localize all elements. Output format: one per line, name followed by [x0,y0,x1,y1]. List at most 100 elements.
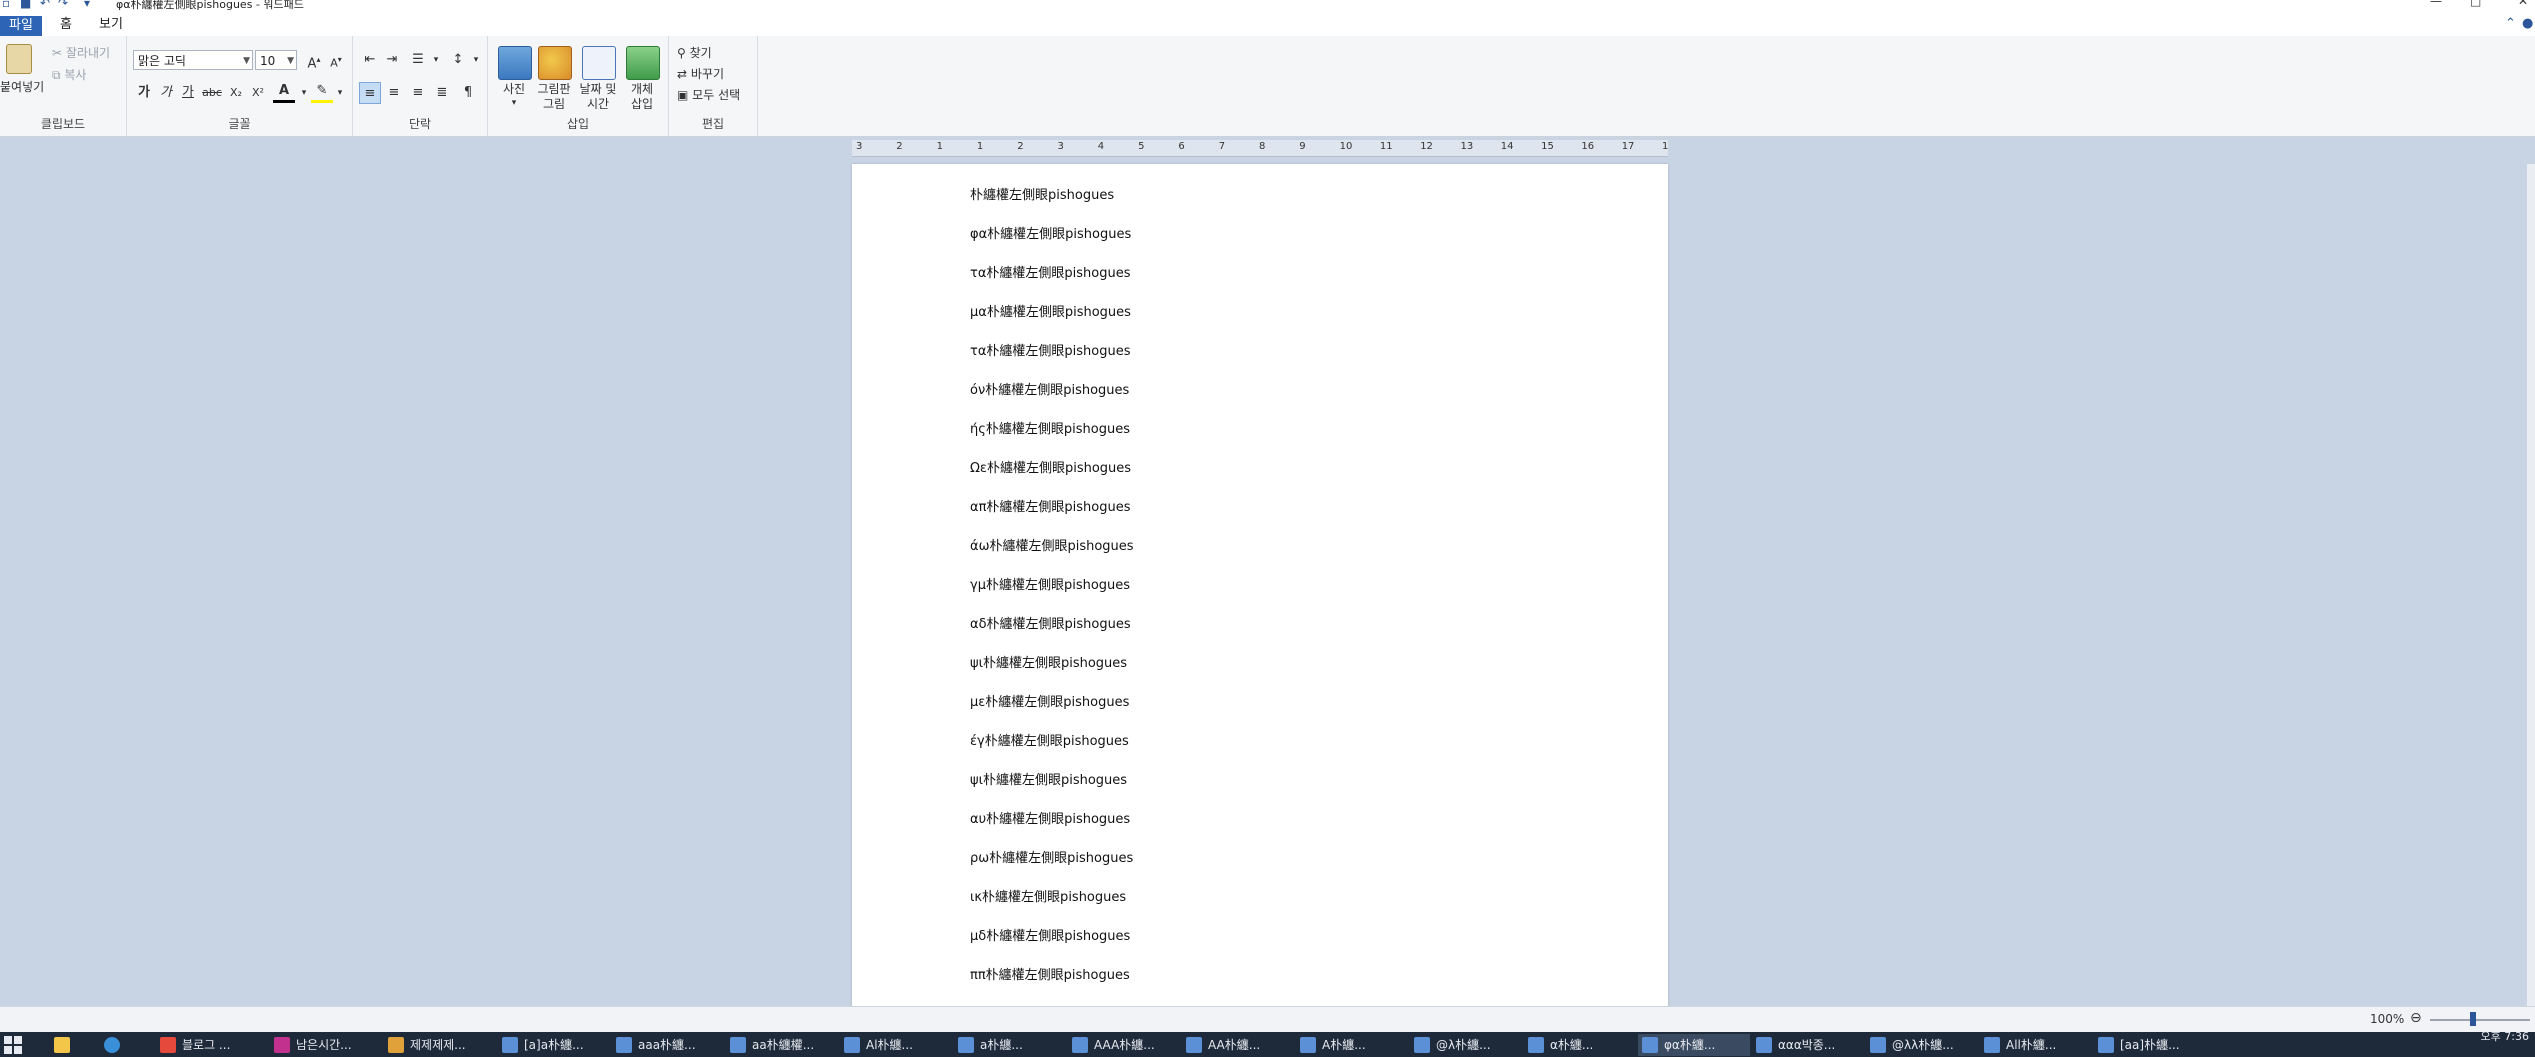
replace-button[interactable]: ⇄ 바꾸기 [677,65,724,82]
document-line[interactable]: άω朴纏權左側眼pishogues [970,535,1134,554]
insert-object-button-line1[interactable]: 개체 [620,82,664,97]
paint-drawing-button-line1[interactable]: 그림판 [532,82,576,97]
taskbar-item[interactable]: [a]a朴纏... [498,1034,610,1056]
document-line[interactable]: με朴纏權左側眼pishogues [970,691,1129,710]
document-line[interactable]: φα朴纏權左側眼pishogues [970,223,1131,242]
vertical-scrollbar[interactable] [2527,164,2535,1006]
file-explorer-icon[interactable] [50,1034,80,1056]
tab-file[interactable]: 파일 [0,16,42,36]
italic-button[interactable]: 가 [155,82,177,104]
horizontal-ruler[interactable]: 321123456789101112131415161718 [852,140,1668,157]
paste-button[interactable]: 붙여넣기 [0,80,44,95]
paste-icon[interactable] [6,44,32,74]
chevron-down-icon[interactable]: ▾ [465,49,487,71]
document-line[interactable]: ππ朴纏權左側眼pishogues [970,964,1130,983]
taskbar-item[interactable]: ααα박종... [1752,1034,1864,1056]
taskbar-item[interactable]: AA朴纏... [1182,1034,1294,1056]
redo-icon[interactable]: ↷ [58,0,68,10]
windows-start-icon[interactable] [4,1036,22,1054]
document-line[interactable]: αυ朴纏權左側眼pishogues [970,808,1130,827]
taskbar-item[interactable]: 블로그 ... [156,1034,268,1056]
document-line[interactable]: ής朴纏權左側眼pishogues [970,418,1130,437]
document-line[interactable]: ρω朴纏權左側眼pishogues [970,847,1133,866]
clock[interactable]: 오후 7:36 [2481,1032,2529,1043]
picture-icon[interactable] [498,46,532,80]
document-line[interactable]: Ωε朴纏權左側眼pishogues [970,457,1131,476]
document-line[interactable]: ψι朴纏權左側眼pishogues [970,769,1127,788]
text-color-icon[interactable]: A [273,82,295,103]
paint-icon[interactable] [538,46,572,80]
calendar-icon[interactable] [582,46,616,80]
taskbar-item[interactable]: α朴纏... [1524,1034,1636,1056]
taskbar-item[interactable]: AAA朴纏... [1068,1034,1180,1056]
taskbar-item[interactable]: @λλ朴纏... [1866,1034,1978,1056]
justify-icon[interactable]: ≣ [431,82,453,104]
taskbar-item[interactable]: aaa朴纏... [612,1034,724,1056]
increase-indent-icon[interactable]: ⇥ [381,49,403,71]
document-line[interactable]: μα朴纏權左側眼pishogues [970,301,1131,320]
insert-object-icon[interactable] [626,46,660,80]
picture-button[interactable]: 사진 [498,82,530,97]
find-button[interactable]: ⚲ 찾기 [677,44,712,61]
datetime-button-line1[interactable]: 날짜 및 [576,82,620,97]
document-line[interactable]: απ朴纏權左側眼pishogues [970,496,1131,515]
document-line[interactable]: αδ朴纏權左側眼pishogues [970,613,1131,632]
document-line[interactable]: τα朴纏權左側眼pishogues [970,262,1131,281]
superscript-button[interactable]: X² [247,82,269,104]
shrink-font-icon[interactable]: A▾ [325,49,347,71]
document-line[interactable]: γμ朴纏權左側眼pishogues [970,574,1130,593]
taskbar-item[interactable]: Al朴纏... [840,1034,952,1056]
align-left-icon[interactable]: ≡ [359,82,381,104]
align-center-icon[interactable]: ≡ [383,82,405,104]
zoom-slider[interactable] [2430,1019,2530,1021]
decrease-indent-icon[interactable]: ⇤ [359,49,381,71]
save-icon[interactable]: ■ [20,0,31,10]
close-icon[interactable]: ✕ [2518,0,2528,8]
document-line[interactable]: τα朴纏權左側眼pishogues [970,340,1131,359]
copy-button[interactable]: ⧉ 복사 [52,66,86,83]
tab-view[interactable]: 보기 [96,15,126,35]
document-line[interactable]: έγ朴纏權左側眼pishogues [970,730,1129,749]
align-right-icon[interactable]: ≡ [407,82,429,104]
cut-button[interactable]: ✂ 잘라내기 [52,44,110,61]
customize-quick-access-icon[interactable]: ▾ [84,0,90,10]
ribbon-minimize-icon[interactable]: ⌃ [2505,16,2516,31]
taskbar-item[interactable]: 제제제제... [384,1034,496,1056]
subscript-button[interactable]: X₂ [225,82,247,104]
paint-drawing-button-line2[interactable]: 그림 [532,97,576,112]
taskbar-item[interactable]: a朴纏... [954,1034,1066,1056]
help-icon[interactable]: ● [2522,16,2533,31]
insert-object-button-line2[interactable]: 삽입 [620,97,664,112]
document-line[interactable]: ψι朴纏權左側眼pishogues [970,652,1127,671]
chevron-down-icon[interactable]: ▾ [425,49,447,71]
taskbar-item[interactable]: φα朴纏... [1638,1034,1750,1056]
font-family-select[interactable]: 맑은 고딕 ▼ [133,50,253,70]
font-size-select[interactable]: 10 ▼ [255,50,297,70]
paragraph-settings-icon[interactable]: ¶ [457,82,479,104]
internet-explorer-icon[interactable] [100,1034,130,1056]
taskbar-item[interactable]: @λ朴纏... [1410,1034,1522,1056]
select-all-button[interactable]: ▣ 모두 선택 [677,86,740,103]
bold-button[interactable]: 가 [133,82,155,104]
taskbar-item[interactable]: All朴纏... [1980,1034,2092,1056]
taskbar-item[interactable]: 남은시간... [270,1034,382,1056]
taskbar-item[interactable]: aa朴纏權... [726,1034,838,1056]
document-line[interactable]: 朴纏權左側眼pishogues [970,184,1114,203]
document-page[interactable]: 朴纏權左側眼pishogues φα朴纏權左側眼pishogues τα朴纏權左側眼… [852,164,1668,1006]
tab-home[interactable]: 홈 [52,15,80,35]
taskbar-item[interactable]: A朴纏... [1296,1034,1408,1056]
zoom-out-icon[interactable]: ⊖ [2410,1010,2422,1026]
datetime-button-line2[interactable]: 시간 [576,97,620,112]
document-line[interactable]: όν朴纏權左側眼pishogues [970,379,1129,398]
document-line[interactable]: ικ朴纏權左側眼pishogues [970,886,1126,905]
chevron-down-icon[interactable]: ▾ [329,82,351,104]
undo-icon[interactable]: ↶ [40,0,50,10]
chevron-down-icon[interactable]: ▾ [498,96,530,111]
document-line[interactable]: μδ朴纏權左側眼pishogues [970,925,1130,944]
minimize-icon[interactable]: — [2430,0,2442,8]
zoom-slider-thumb[interactable] [2470,1012,2476,1026]
grow-font-icon[interactable]: A▴ [303,49,325,71]
strikethrough-button[interactable]: abc [201,82,223,104]
maximize-icon[interactable]: □ [2470,0,2481,8]
underline-button[interactable]: 가 [177,82,199,104]
